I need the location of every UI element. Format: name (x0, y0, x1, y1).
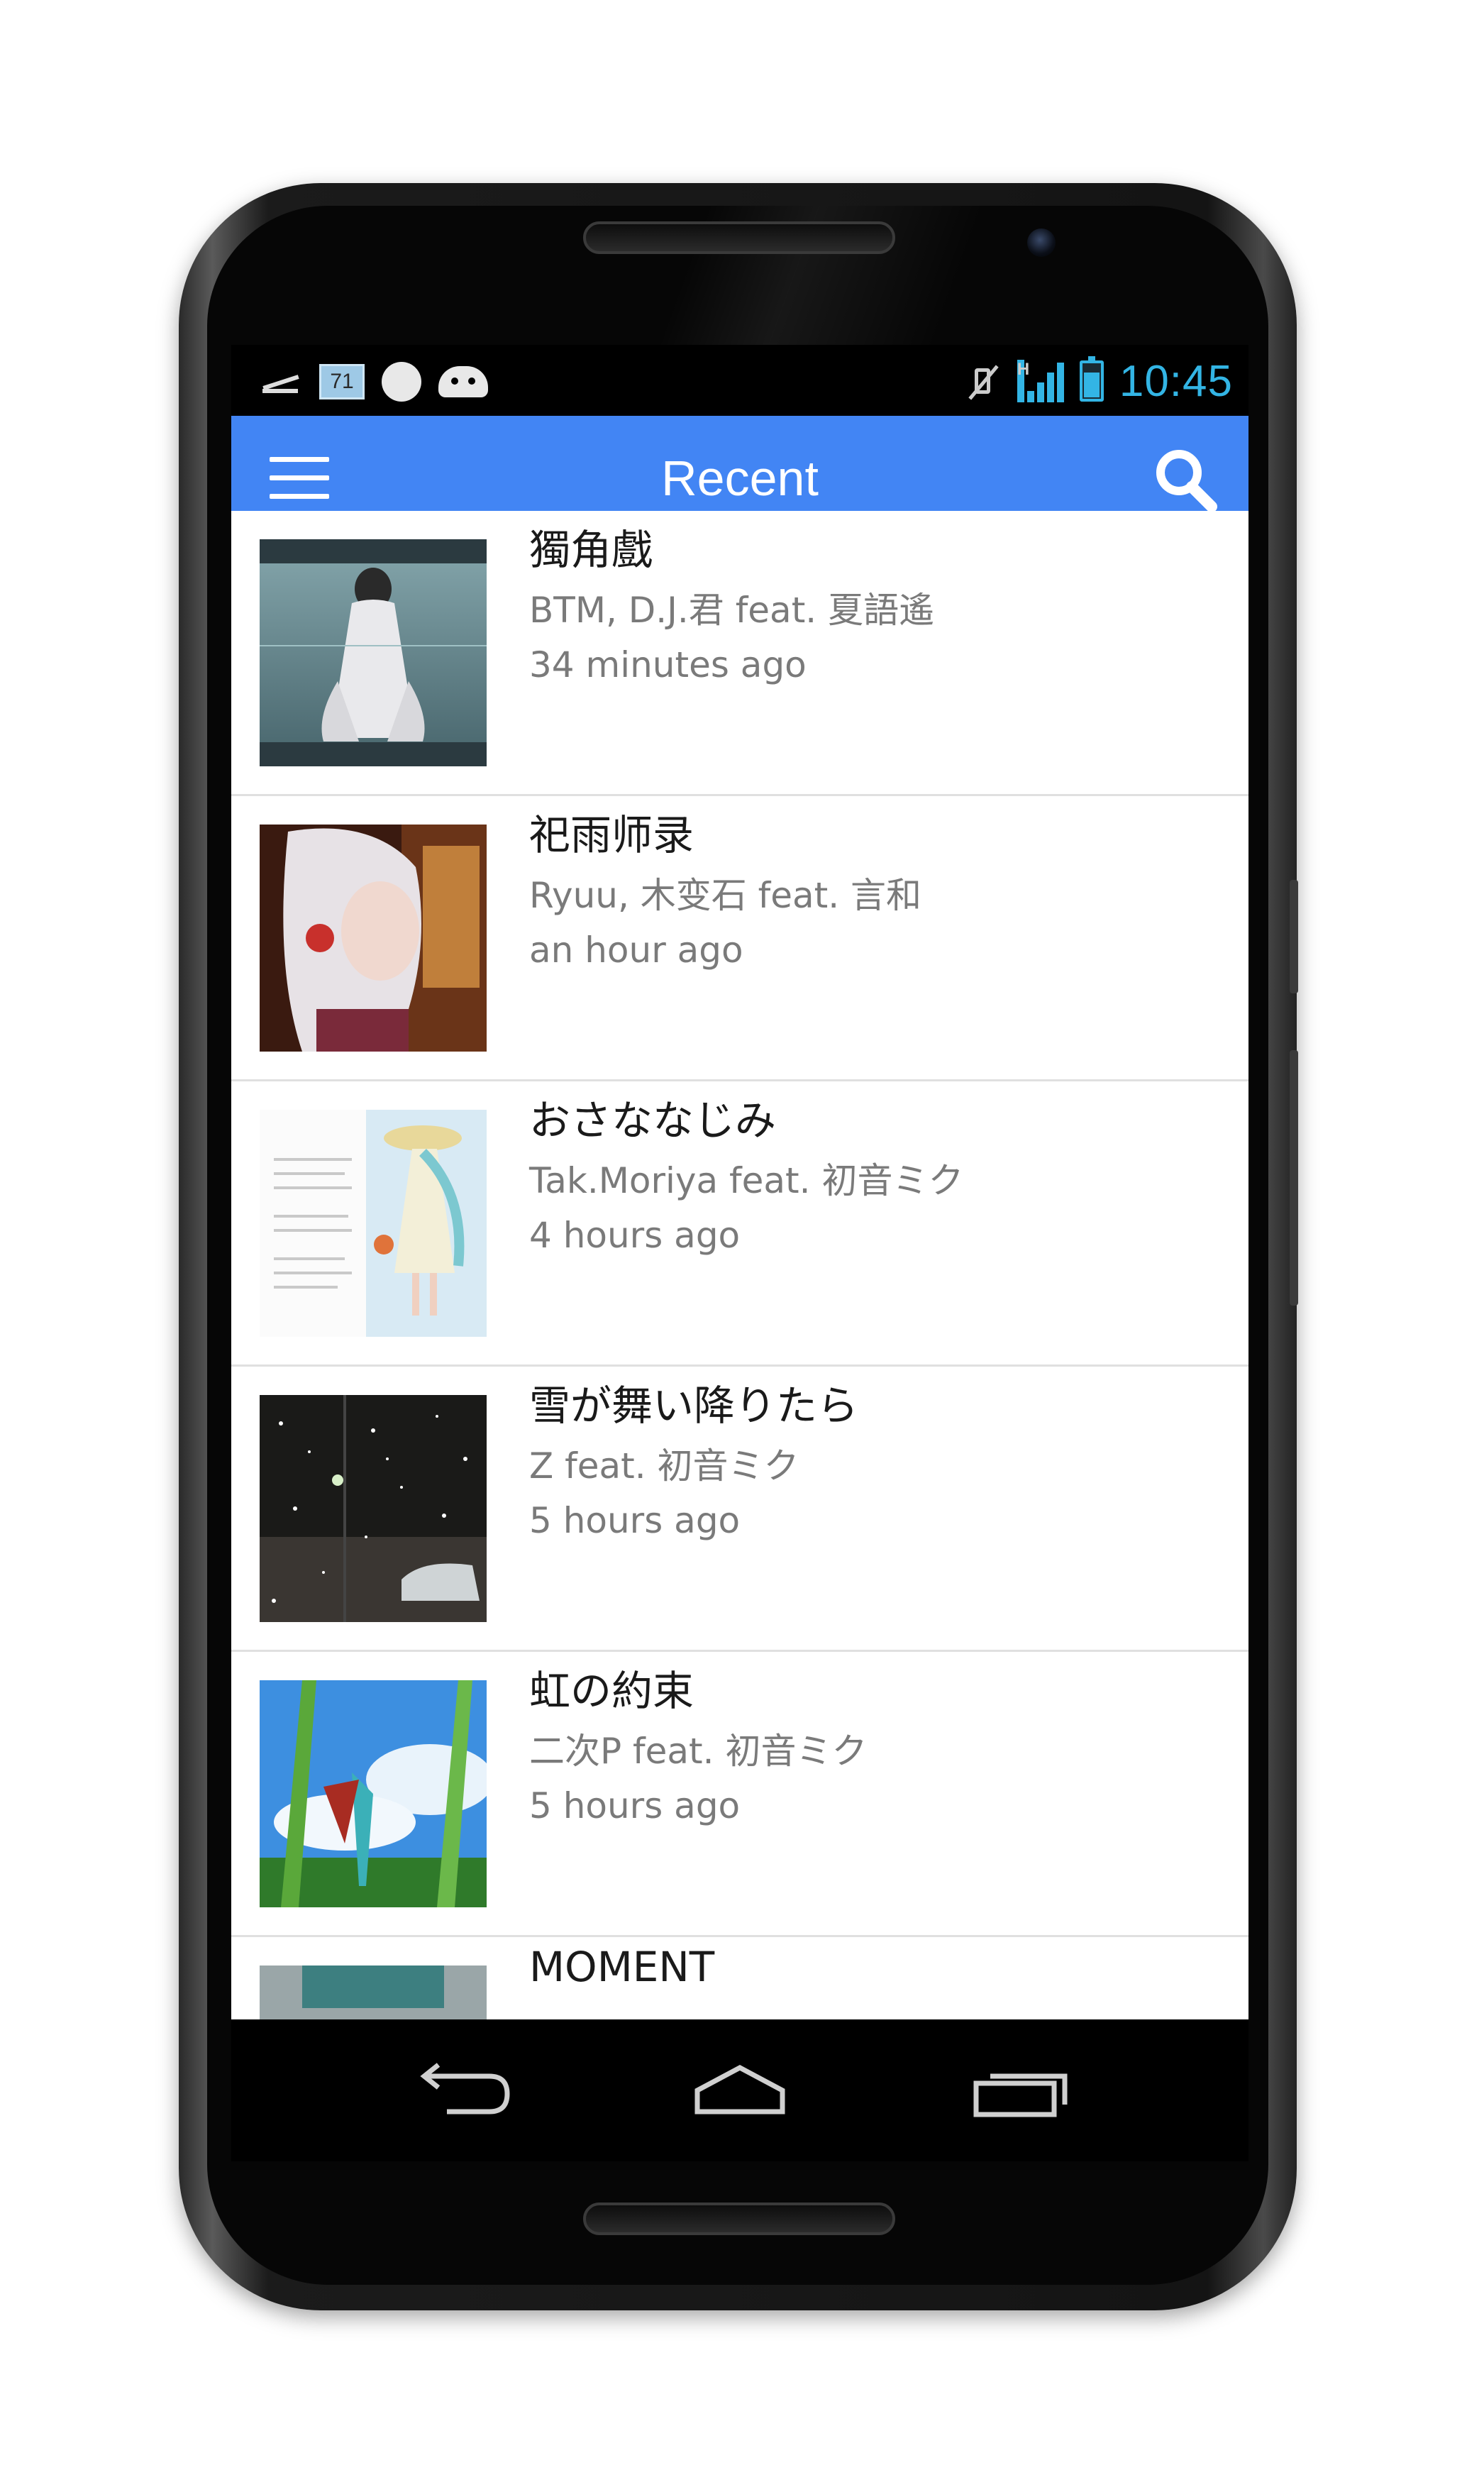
song-title: 雪が舞い降りたら (529, 1382, 859, 1430)
notification-badge-count: 71 (330, 370, 354, 393)
song-time: 5 hours ago (529, 1500, 741, 1541)
notification-icons: 71 (260, 360, 488, 403)
song-title: 虹の約束 (529, 1667, 694, 1715)
navigation-bar (231, 2019, 1248, 2161)
screen: 71 H 10:45 Recent 獨角戲 BTM, D.J.君 feat. 夏… (231, 345, 1248, 2161)
song-time: an hour ago (529, 930, 743, 971)
home-icon[interactable] (683, 2055, 797, 2126)
song-artist: BTM, D.J.君 feat. 夏語遙 (529, 590, 935, 631)
system-icons: H 10:45 (966, 356, 1233, 406)
front-camera (1027, 228, 1056, 257)
volume-rocker (1290, 1050, 1298, 1306)
song-time: 5 hours ago (529, 1785, 741, 1826)
mute-icon (966, 361, 1002, 401)
battery-charging-icon (1079, 356, 1104, 402)
song-artist: 二次P feat. 初音ミク (529, 1731, 868, 1772)
bottom-speaker (583, 2202, 895, 2235)
recent-apps-icon[interactable] (962, 2055, 1075, 2126)
status-bar: 71 H 10:45 (231, 345, 1248, 416)
song-artist: Z feat. 初音ミク (529, 1445, 799, 1487)
song-title: 祀雨师录 (529, 811, 694, 859)
clock: 10:45 (1119, 356, 1233, 406)
song-title: MOMENT (529, 1943, 715, 1991)
signal-icon: H (1017, 360, 1064, 402)
song-title: 獨角戲 (529, 526, 653, 574)
list-item[interactable]: 獨角戲 BTM, D.J.君 feat. 夏語遙 34 minutes ago (231, 511, 1248, 796)
list-item[interactable]: 祀雨师录 Ryuu, 木变石 feat. 言和 an hour ago (231, 796, 1248, 1081)
album-art (260, 1395, 487, 1622)
album-art (260, 1680, 487, 1907)
album-art (260, 1110, 487, 1337)
z-icon (260, 368, 302, 396)
list-item[interactable]: 雪が舞い降りたら Z feat. 初音ミク 5 hours ago (231, 1367, 1248, 1652)
list-item[interactable]: 虹の約束 二次P feat. 初音ミク 5 hours ago (231, 1652, 1248, 1937)
list-item[interactable]: おさななじみ Tak.Moriya feat. 初音ミク 4 hours ago (231, 1081, 1248, 1367)
android-icon (438, 366, 488, 397)
signal-type-label: H (1017, 360, 1029, 402)
song-time: 4 hours ago (529, 1215, 741, 1256)
back-icon[interactable] (404, 2055, 518, 2126)
search-icon[interactable] (1151, 446, 1219, 514)
song-artist: Ryuu, 木变石 feat. 言和 (529, 875, 922, 916)
song-title: おさななじみ (529, 1096, 777, 1145)
hamburger-menu-icon[interactable] (270, 457, 329, 500)
gallery-badge-icon: 71 (319, 364, 365, 399)
album-art (260, 539, 487, 766)
power-button (1290, 880, 1298, 993)
top-speaker (583, 221, 895, 254)
song-artist: Tak.Moriya feat. 初音ミク (529, 1160, 964, 1201)
album-art (260, 825, 487, 1052)
emoticon-icon (382, 362, 421, 402)
song-time: 34 minutes ago (529, 644, 807, 685)
